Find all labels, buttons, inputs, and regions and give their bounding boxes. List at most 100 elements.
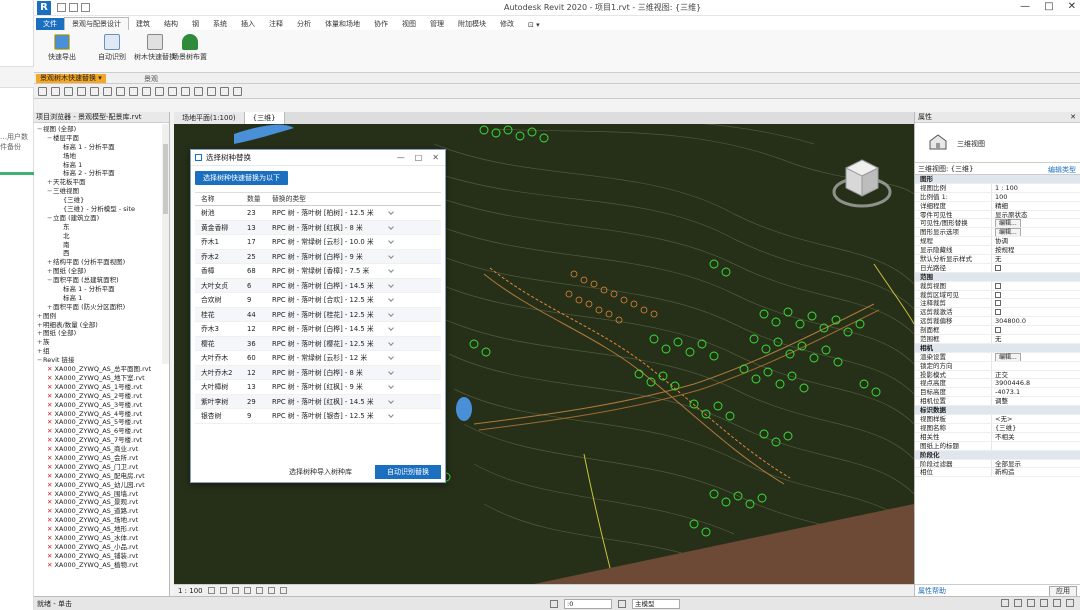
unloaded-link-icon[interactable]: ✕: [47, 418, 52, 426]
property-value[interactable]: [991, 308, 1080, 317]
minimize-button[interactable]: —: [1020, 1, 1030, 12]
browser-tree-item[interactable]: ✕ XA000_ZYWQ_AS_总平面图.rvt: [34, 365, 169, 374]
property-category[interactable]: 相机: [915, 343, 1080, 353]
unloaded-link-icon[interactable]: ✕: [47, 490, 52, 498]
browser-tree-item[interactable]: ✕ XA000_ZYWQ_AS_场地.rvt: [34, 516, 169, 525]
browser-tree-item[interactable]: ✕ XA000_ZYWQ_AS_地形.rvt: [34, 525, 169, 534]
table-row[interactable]: 香樟 68 RPC 树 - 常绿树 [香樟] - 7.5 米: [195, 264, 441, 279]
scene-tree-button[interactable]: 场景树布置: [172, 34, 207, 62]
replace-type-dropdown[interactable]: RPC 树 - 落叶树 [合欢] - 12.5 米: [268, 293, 441, 307]
open-file-icon[interactable]: [38, 86, 47, 96]
property-category[interactable]: 标识数据: [915, 406, 1080, 416]
unloaded-link-icon[interactable]: ✕: [47, 552, 52, 560]
drag-elements-icon[interactable]: [1053, 599, 1061, 607]
chevron-down-icon[interactable]: [388, 223, 394, 230]
sync-icon[interactable]: [64, 86, 73, 96]
browser-tree-item[interactable]: ✕ XA000_ZYWQ_AS_3号楼.rvt: [34, 401, 169, 410]
property-value[interactable]: 显示原状态: [991, 210, 1080, 219]
ribbon-tab[interactable]: 景观与配景设计: [64, 17, 129, 30]
chevron-down-icon[interactable]: [388, 209, 394, 215]
browser-tree-item[interactable]: −三维视图: [34, 187, 169, 196]
project-browser-scrollbar[interactable]: [162, 124, 169, 364]
browser-tree-item[interactable]: ✕ XA000_ZYWQ_AS_幼儿园.rvt: [34, 481, 169, 490]
unloaded-link-icon[interactable]: ✕: [47, 427, 52, 435]
thin-lines-icon[interactable]: [194, 86, 203, 96]
auto-identify-button[interactable]: 自动识别: [98, 34, 126, 62]
chevron-down-icon[interactable]: [388, 238, 394, 244]
filter-icon[interactable]: [1066, 599, 1074, 607]
replace-type-dropdown[interactable]: RPC 树 - 落叶树 [樱花] - 12.5 米: [268, 337, 441, 351]
dialog-close-button[interactable]: ✕: [432, 150, 439, 166]
unloaded-link-icon[interactable]: ✕: [47, 383, 52, 391]
replace-type-dropdown[interactable]: RPC 树 - 落叶树 [红枫] - 14.5 米: [268, 395, 441, 409]
property-value[interactable]: 304800.0: [991, 317, 1080, 326]
auto-replace-button[interactable]: 自动识别替换: [375, 465, 441, 479]
property-value[interactable]: [991, 263, 1080, 272]
property-checkbox[interactable]: [995, 291, 1001, 298]
ribbon-tab[interactable]: 管理: [423, 18, 451, 30]
table-row[interactable]: 大叶乔木2 12 RPC 树 - 落叶树 [白桦] - 8 米: [195, 365, 441, 380]
property-value[interactable]: 1 : 100: [991, 183, 1080, 192]
property-edit-button[interactable]: 编辑...: [995, 228, 1021, 237]
text-icon[interactable]: [155, 86, 164, 96]
ribbon-tab[interactable]: 视图: [395, 18, 423, 30]
browser-tree-item[interactable]: ✕ XA000_ZYWQ_AS_道路.rvt: [34, 507, 169, 516]
browser-tree-item[interactable]: −立面 (建筑立面): [34, 214, 169, 223]
save-file-icon[interactable]: [51, 86, 60, 96]
browser-tree-item[interactable]: ✕ XA000_ZYWQ_AS_地下室.rvt: [34, 374, 169, 383]
unloaded-link-icon[interactable]: ✕: [47, 525, 52, 533]
unloaded-link-icon[interactable]: ✕: [47, 392, 52, 400]
unloaded-link-icon[interactable]: ✕: [47, 507, 52, 515]
browser-tree-item[interactable]: ✕ XA000_ZYWQ_AS_7号楼.rvt: [34, 436, 169, 445]
browser-tree-item[interactable]: 北: [34, 232, 169, 241]
design-option-icon[interactable]: [618, 600, 626, 608]
browser-tree-item[interactable]: +族: [34, 338, 169, 347]
browser-tree-item[interactable]: ✕ XA000_ZYWQ_AS_会所.rvt: [34, 454, 169, 463]
browser-tree-item[interactable]: −Revit 链接: [34, 356, 169, 365]
view-cube[interactable]: [832, 154, 892, 214]
browser-tree-item[interactable]: +图纸 (全部): [34, 329, 169, 338]
browser-tree-item[interactable]: ✕ XA000_ZYWQ_AS_5号楼.rvt: [34, 418, 169, 427]
replace-type-dropdown[interactable]: RPC 树 - 落叶树 [红枫] - 9 米: [268, 380, 441, 394]
browser-tree-item[interactable]: +组: [34, 347, 169, 356]
property-checkbox[interactable]: [995, 264, 1001, 271]
unloaded-link-icon[interactable]: ✕: [47, 365, 52, 373]
chevron-down-icon[interactable]: [388, 325, 394, 331]
browser-tree-item[interactable]: 标高 1: [34, 294, 169, 303]
measure-icon[interactable]: [116, 86, 125, 96]
ribbon-tab[interactable]: 插入: [234, 18, 262, 30]
property-value[interactable]: [991, 441, 1080, 450]
table-row[interactable]: 树池 23 RPC 树 - 落叶树 [柏树] - 12.5 米: [195, 206, 441, 221]
chevron-down-icon[interactable]: [388, 397, 394, 404]
property-value[interactable]: 3900446.8: [991, 379, 1080, 388]
chevron-down-icon[interactable]: [388, 252, 394, 259]
redo-icon[interactable]: [90, 86, 99, 96]
switch-windows-icon[interactable]: [220, 86, 229, 96]
replace-type-dropdown[interactable]: RPC 树 - 落叶树 [银杏] - 12.5 米: [268, 409, 441, 423]
sun-path-icon[interactable]: [231, 587, 239, 594]
ribbon-tab[interactable]: 附加模块: [451, 18, 493, 30]
browser-tree-item[interactable]: ✕ XA000_ZYWQ_AS_配电房.rvt: [34, 472, 169, 481]
maximize-button[interactable]: □: [1044, 1, 1053, 12]
replace-type-dropdown[interactable]: RPC 树 - 落叶树 [桂花] - 12.5 米: [268, 308, 441, 322]
properties-close-icon[interactable]: ✕: [1070, 112, 1076, 123]
tree-replace-button[interactable]: 树木快速替换: [134, 34, 176, 62]
customize-icon[interactable]: [233, 86, 242, 96]
browser-tree-item[interactable]: ✕ XA000_ZYWQ_AS_铺装.rvt: [34, 552, 169, 561]
property-value[interactable]: [991, 281, 1080, 290]
browser-tree-item[interactable]: ✕ XA000_ZYWQ_AS_水体.rvt: [34, 534, 169, 543]
ribbon-tab[interactable]: 分析: [290, 18, 318, 30]
browser-tree-item[interactable]: +图纸 (全部): [34, 267, 169, 276]
table-row[interactable]: 樱花 36 RPC 树 - 落叶树 [樱花] - 12.5 米: [195, 336, 441, 351]
save-icon[interactable]: [69, 3, 78, 12]
browser-tree-item[interactable]: ✕ XA000_ZYWQ_AS_商业.rvt: [34, 445, 169, 454]
unloaded-link-icon[interactable]: ✕: [47, 481, 52, 489]
property-value[interactable]: 无: [991, 335, 1080, 343]
open-icon[interactable]: [57, 3, 66, 12]
browser-tree-item[interactable]: ✕ XA000_ZYWQ_AS_4号楼.rvt: [34, 410, 169, 419]
replace-type-dropdown[interactable]: RPC 树 - 落叶树 [柏树] - 12.5 米: [268, 206, 441, 220]
ribbon-tab[interactable]: 协作: [367, 18, 395, 30]
ribbon-tab[interactable]: ⊡ ▾: [521, 20, 547, 30]
property-value[interactable]: 协调: [991, 237, 1080, 246]
render-icon[interactable]: [255, 587, 263, 594]
